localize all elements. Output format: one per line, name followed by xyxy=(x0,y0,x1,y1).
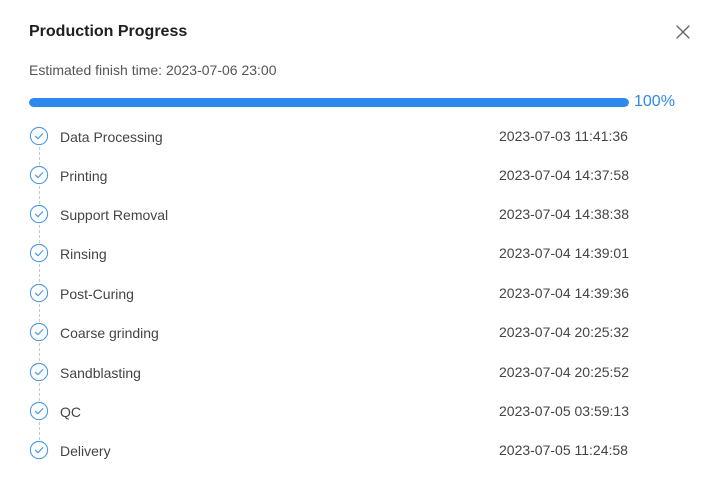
step-timestamp: 2023-07-04 14:38:38 xyxy=(499,206,629,222)
step-connector xyxy=(39,343,40,361)
step-timeline: Data Processing 2023-07-03 11:41:36 Printi… xyxy=(0,0,712,498)
check-circle-icon xyxy=(29,126,49,146)
step-label: Delivery xyxy=(60,443,111,459)
step-connector xyxy=(39,147,40,165)
step-timestamp: 2023-07-03 11:41:36 xyxy=(499,128,628,144)
step-connector xyxy=(39,225,40,243)
step-row: Sandblasting 2023-07-04 20:25:52 xyxy=(29,362,669,401)
step-row: Delivery 2023-07-05 11:24:58 xyxy=(29,440,669,460)
step-timestamp: 2023-07-04 20:25:52 xyxy=(499,364,629,380)
step-timestamp: 2023-07-04 20:25:32 xyxy=(499,324,629,340)
step-label: Data Processing xyxy=(60,129,163,145)
step-label: Support Removal xyxy=(60,207,169,223)
step-timestamp: 2023-07-05 11:24:58 xyxy=(499,442,628,458)
check-circle-icon xyxy=(29,322,49,342)
step-label: Rinsing xyxy=(60,246,107,262)
check-circle-icon xyxy=(29,165,49,185)
step-row: Post-Curing 2023-07-04 14:39:36 xyxy=(29,283,669,322)
step-row: Printing 2023-07-04 14:37:58 xyxy=(29,165,669,204)
step-timestamp: 2023-07-04 14:37:58 xyxy=(499,167,629,183)
step-label: Printing xyxy=(60,168,108,184)
check-circle-icon xyxy=(29,243,49,263)
step-row: Coarse grinding 2023-07-04 20:25:32 xyxy=(29,322,669,361)
step-timestamp: 2023-07-04 14:39:36 xyxy=(499,285,629,301)
step-label: QC xyxy=(60,404,81,420)
check-circle-icon xyxy=(29,204,49,224)
check-circle-icon xyxy=(29,283,49,303)
step-connector xyxy=(39,422,40,440)
check-circle-icon xyxy=(29,440,49,460)
step-row: Data Processing 2023-07-03 11:41:36 xyxy=(29,126,669,165)
step-connector xyxy=(39,186,40,204)
step-connector xyxy=(39,383,40,401)
step-timestamp: 2023-07-05 03:59:13 xyxy=(499,403,629,419)
check-circle-icon xyxy=(29,362,49,382)
step-row: Rinsing 2023-07-04 14:39:01 xyxy=(29,243,669,282)
step-connector xyxy=(39,304,40,322)
step-row: Support Removal 2023-07-04 14:38:38 xyxy=(29,204,669,243)
step-label: Post-Curing xyxy=(60,286,134,302)
step-connector xyxy=(39,264,40,282)
step-timestamp: 2023-07-04 14:39:01 xyxy=(499,245,629,261)
check-circle-icon xyxy=(29,401,49,421)
step-label: Sandblasting xyxy=(60,365,141,381)
production-progress-dialog: Production Progress Estimated finish tim… xyxy=(0,0,712,498)
step-label: Coarse grinding xyxy=(60,325,159,341)
step-row: QC 2023-07-05 03:59:13 xyxy=(29,401,669,440)
